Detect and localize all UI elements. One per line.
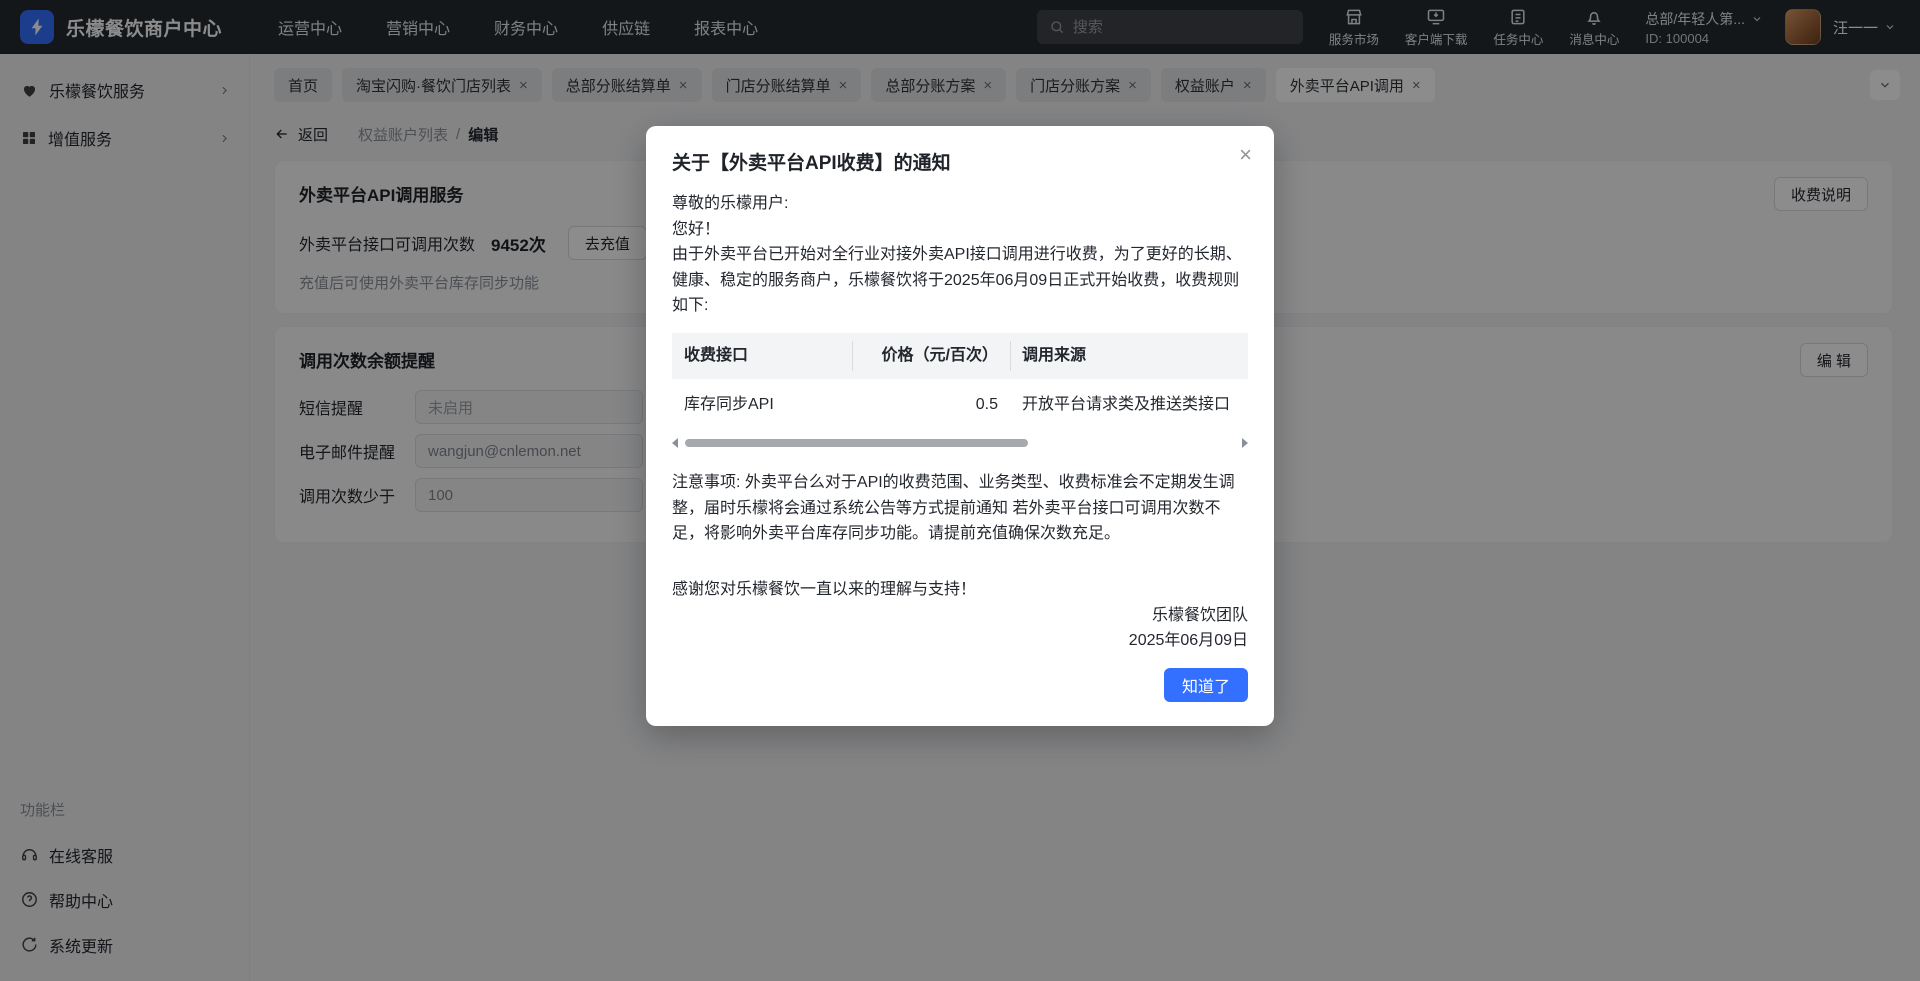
fee-price-cell: 0.5: [852, 379, 1010, 431]
scroll-right-icon[interactable]: [1242, 438, 1248, 448]
fee-table-header-price: 价格（元/百次）: [852, 333, 1010, 379]
thanks-text: 感谢您对乐檬餐饮一直以来的理解与支持！: [672, 577, 1248, 603]
intro-text: 由于外卖平台已开始对全行业对接外卖API接口调用进行收费，为了更好的长期、健康、…: [672, 242, 1248, 319]
confirm-button[interactable]: 知道了: [1164, 668, 1248, 702]
scrollbar-thumb[interactable]: [685, 439, 1028, 447]
dialog-title: 关于【外卖平台API收费】的通知: [672, 148, 1248, 175]
greeting-text: 尊敬的乐檬用户:: [672, 191, 1248, 217]
fee-source-cell: 开放平台请求类及推送类接口: [1010, 379, 1248, 431]
scrollbar-track[interactable]: [683, 439, 1237, 447]
fee-table-header-interface: 收费接口: [672, 333, 852, 379]
fee-interface-cell: 库存同步API: [672, 379, 852, 431]
api-fee-notice-dialog: 关于【外卖平台API收费】的通知 × 尊敬的乐檬用户: 您好！ 由于外卖平台已开…: [646, 126, 1274, 726]
fee-table-header-source: 调用来源: [1010, 333, 1248, 379]
signature-text: 乐檬餐饮团队: [672, 603, 1248, 629]
close-icon[interactable]: ×: [1239, 144, 1252, 166]
fee-table-row: 库存同步API 0.5 开放平台请求类及推送类接口: [672, 379, 1248, 431]
notice-text: 注意事项: 外卖平台么对于API的收费范围、业务类型、收费标准会不定期发生调整，…: [672, 470, 1248, 547]
scroll-left-icon[interactable]: [672, 438, 678, 448]
date-text: 2025年06月09日: [672, 628, 1248, 654]
fee-table: 收费接口 价格（元/百次） 调用来源 库存同步API 0.5 开放平台请求类及推…: [672, 333, 1248, 448]
table-horizontal-scrollbar: [672, 438, 1248, 448]
hello-text: 您好！: [672, 217, 1248, 243]
